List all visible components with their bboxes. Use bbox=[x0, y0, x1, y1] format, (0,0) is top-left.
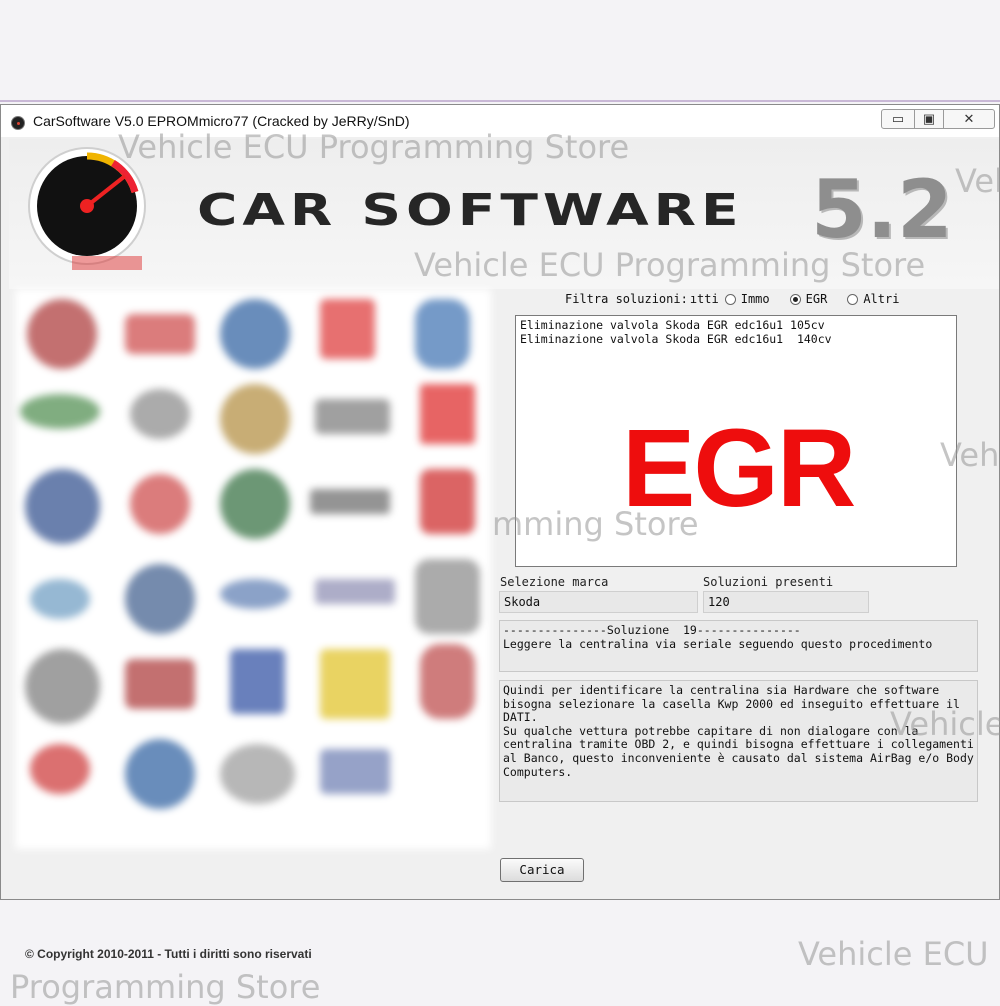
header-banner: CAR SOFTWARE 5.2 bbox=[9, 139, 999, 289]
window-title: CarSoftware V5.0 EPROMmicro77 (Cracked b… bbox=[33, 113, 410, 129]
brand-logo[interactable] bbox=[130, 474, 190, 534]
brand-logo[interactable] bbox=[20, 394, 100, 429]
gauge-logo-icon bbox=[28, 147, 146, 270]
brand-logo[interactable] bbox=[420, 469, 475, 534]
brand-logo[interactable] bbox=[27, 299, 97, 369]
brand-label: Selezione marca bbox=[500, 575, 609, 589]
brand-logo[interactable] bbox=[220, 744, 295, 804]
brand-logo[interactable] bbox=[125, 564, 195, 634]
solutions-count-field[interactable]: 120 bbox=[703, 591, 869, 613]
brand-logo[interactable] bbox=[220, 579, 290, 609]
radio-altri[interactable] bbox=[847, 293, 859, 305]
banner-title: CAR SOFTWARE bbox=[197, 185, 744, 236]
brand-logo[interactable] bbox=[130, 389, 190, 439]
brand-logo[interactable] bbox=[220, 469, 290, 539]
load-button[interactable]: Carica bbox=[500, 858, 584, 882]
brand-logo[interactable] bbox=[320, 299, 375, 359]
brand-logo[interactable] bbox=[415, 299, 470, 369]
minimize-button[interactable]: ▭ bbox=[881, 109, 915, 129]
brand-logo[interactable] bbox=[125, 314, 195, 354]
list-item[interactable]: Eliminazione valvola Skoda EGR edc16u1 1… bbox=[520, 332, 952, 346]
app-icon[interactable] bbox=[11, 116, 25, 130]
solution-body-text[interactable]: Quindi per identificare la centralina si… bbox=[499, 680, 978, 802]
brand-logo[interactable] bbox=[30, 744, 90, 794]
radio-immo[interactable] bbox=[724, 293, 736, 305]
radio-immo-label[interactable]: Immo bbox=[741, 292, 770, 306]
copyright-text: © Copyright 2010-2011 - Tutti i diritti … bbox=[25, 947, 312, 961]
close-button[interactable]: ✕ bbox=[943, 109, 995, 129]
brand-logo[interactable] bbox=[25, 649, 100, 724]
brand-logo-grid[interactable] bbox=[15, 289, 491, 849]
filter-label-tail: ıtti bbox=[689, 292, 719, 306]
list-item[interactable]: Eliminazione valvola Skoda EGR edc16u1 1… bbox=[520, 318, 952, 332]
brand-logo[interactable] bbox=[415, 559, 480, 634]
screen-top-divider bbox=[0, 100, 1000, 102]
brand-logo[interactable] bbox=[220, 384, 290, 454]
brand-logo[interactable] bbox=[25, 469, 100, 544]
maximize-button[interactable]: ▣ bbox=[914, 109, 944, 129]
brand-logo[interactable] bbox=[30, 579, 90, 619]
watermark: Vehicle ECU bbox=[798, 935, 989, 973]
radio-egr[interactable] bbox=[789, 293, 801, 305]
brand-logo[interactable] bbox=[315, 579, 395, 604]
brand-field[interactable]: Skoda bbox=[499, 591, 698, 613]
banner-version: 5.2 bbox=[811, 163, 953, 256]
brand-logo[interactable] bbox=[420, 384, 475, 444]
solution-filter: Filtra soluzioni: ıtti Immo EGR Altri bbox=[565, 292, 913, 306]
brand-logo[interactable] bbox=[125, 739, 195, 809]
brand-logo[interactable] bbox=[420, 644, 475, 719]
egr-overlay-label: EGR bbox=[622, 407, 856, 530]
brand-logo[interactable] bbox=[125, 659, 195, 709]
watermark: Programming Store bbox=[10, 968, 321, 1006]
solution-header-text[interactable]: ---------------Soluzione 19-------------… bbox=[499, 620, 978, 672]
brand-logo[interactable] bbox=[230, 649, 285, 714]
filter-label: Filtra soluzioni: bbox=[565, 292, 688, 306]
radio-altri-label[interactable]: Altri bbox=[863, 292, 899, 306]
radio-egr-label[interactable]: EGR bbox=[806, 292, 828, 306]
brand-logo[interactable] bbox=[310, 489, 390, 514]
brand-logo[interactable] bbox=[220, 299, 290, 369]
brand-logo[interactable] bbox=[320, 749, 390, 794]
title-bar[interactable]: CarSoftware V5.0 EPROMmicro77 (Cracked b… bbox=[1, 105, 999, 137]
brand-logo[interactable] bbox=[320, 649, 390, 719]
solutions-count-label: Soluzioni presenti bbox=[703, 575, 834, 589]
brand-logo[interactable] bbox=[315, 399, 390, 434]
